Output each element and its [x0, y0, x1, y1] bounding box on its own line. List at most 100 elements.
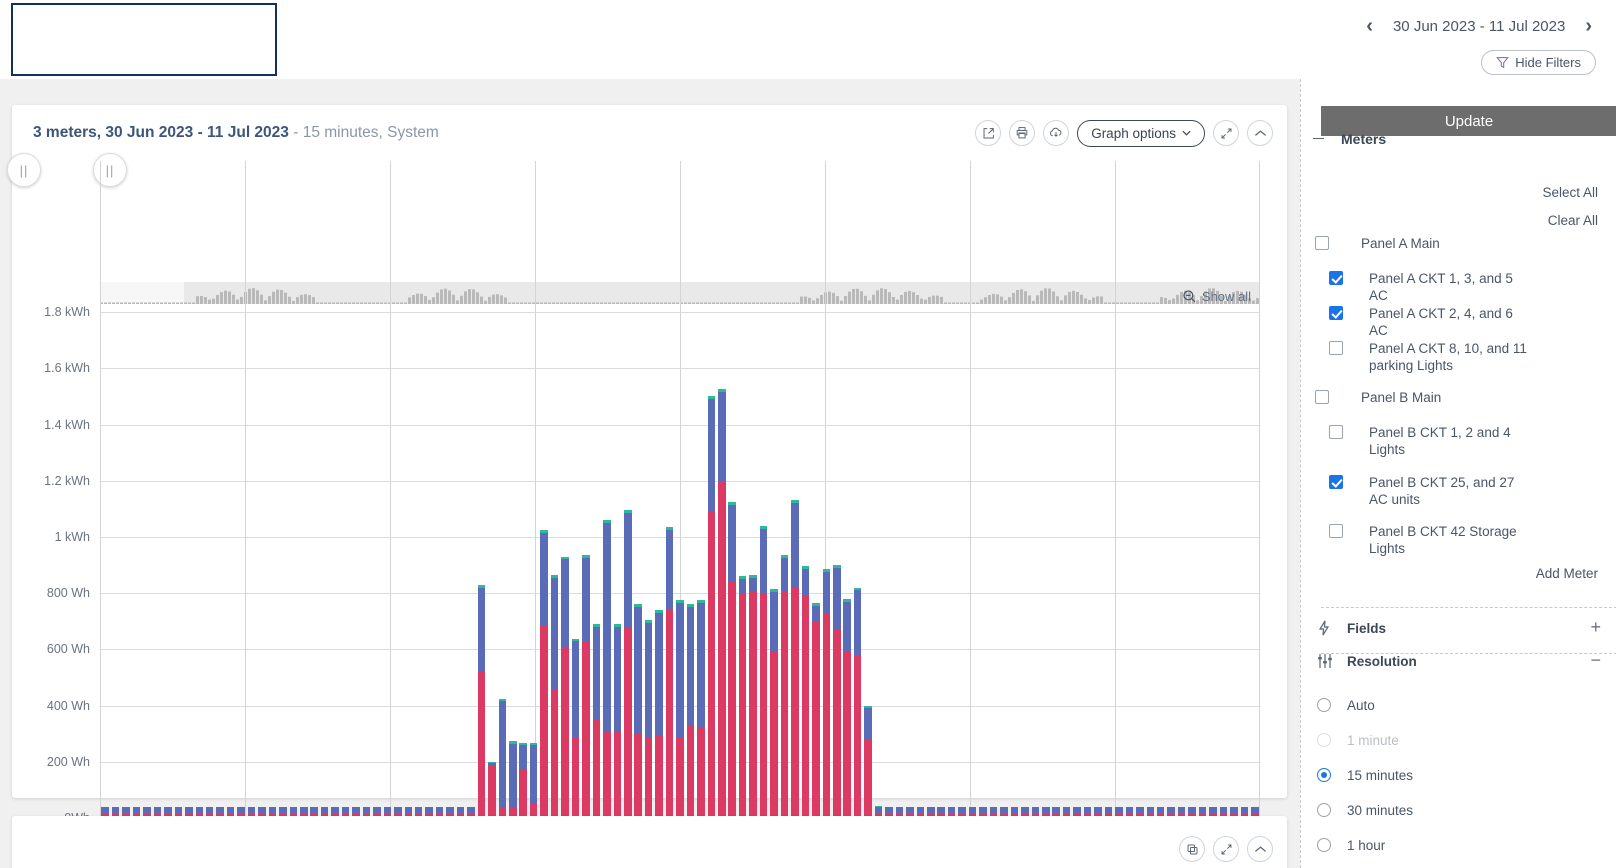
expand-icon[interactable] [1213, 836, 1239, 862]
graph-options-dropdown[interactable]: Graph options [1077, 119, 1205, 147]
bar-stack[interactable] [718, 388, 726, 818]
select-all-link[interactable]: Select All [1542, 185, 1598, 200]
bar-stack[interactable] [770, 588, 778, 818]
clear-all-link[interactable]: Clear All [1548, 213, 1598, 228]
bar-segment [895, 806, 904, 813]
hide-filters-button[interactable]: Hide Filters [1481, 50, 1596, 75]
bar-stack[interactable] [780, 555, 789, 818]
resolution-radio[interactable] [1317, 698, 1331, 712]
bar-segment [958, 806, 966, 813]
meter-row[interactable]: Panel B CKT 25, and 27 AC units [1329, 474, 1529, 508]
bar-segment [864, 708, 872, 740]
resolution-label: Auto [1347, 697, 1375, 713]
meters-section-header[interactable]: Meters [1301, 134, 1616, 154]
resolution-option[interactable]: Auto [1301, 696, 1616, 714]
meter-row[interactable]: Panel B Main [1315, 389, 1529, 406]
bar-stack[interactable] [623, 510, 632, 818]
fields-expand-toggle[interactable]: + [1590, 618, 1601, 636]
bar-stack[interactable] [634, 604, 642, 818]
bar-stack[interactable] [529, 742, 538, 818]
y-axis-tick-label: 1 kWh [54, 529, 90, 544]
meter-checkbox[interactable] [1329, 341, 1343, 355]
meter-row[interactable]: Panel B CKT 42 Storage Lights [1329, 523, 1529, 557]
bar-series-container [100, 284, 1260, 818]
bar-stack[interactable] [519, 743, 527, 818]
y-axis-tick-label: 1.4 kWh [44, 417, 90, 432]
bar-stack[interactable] [665, 527, 674, 818]
resolution-radio[interactable] [1317, 803, 1331, 817]
bar-stack[interactable] [738, 576, 747, 818]
meter-label: Panel A CKT 8, 10, and 11 parking Lights [1369, 341, 1527, 373]
bar-segment [550, 577, 559, 691]
bar-stack[interactable] [864, 705, 872, 818]
bar-stack[interactable] [676, 600, 684, 818]
add-meter-link[interactable]: Add Meter [1536, 566, 1598, 581]
resolution-option[interactable]: 1 hour [1301, 836, 1616, 854]
meter-checkbox[interactable] [1315, 390, 1329, 404]
bar-segment [1073, 806, 1081, 813]
meter-checkbox[interactable] [1329, 475, 1343, 489]
bar-segment [456, 806, 465, 813]
bar-stack[interactable] [582, 555, 590, 818]
meter-checkbox[interactable] [1315, 236, 1329, 250]
meter-row[interactable]: Panel A CKT 2, 4, and 6 AC [1329, 305, 1529, 339]
bar-stack[interactable] [509, 741, 517, 818]
meter-row[interactable]: Panel B CKT 1, 2 and 4 Lights [1329, 424, 1529, 458]
resolution-option[interactable]: 15 minutes [1301, 766, 1616, 784]
collapse-chevron-icon[interactable] [1247, 120, 1273, 146]
bar-stack[interactable] [613, 624, 622, 818]
bar-stack[interactable] [498, 699, 507, 818]
bar-stack[interactable] [540, 529, 548, 818]
resolution-radio[interactable] [1317, 838, 1331, 852]
bar-stack[interactable] [812, 603, 820, 818]
bar-segment [331, 806, 339, 813]
bar-segment [122, 806, 130, 813]
fields-section-header[interactable]: Fields + [1301, 618, 1616, 646]
bar-stack[interactable] [791, 500, 799, 818]
meter-checkbox[interactable] [1329, 524, 1343, 538]
resolution-section-header[interactable]: Resolution − [1301, 651, 1616, 679]
bar-stack[interactable] [488, 762, 496, 818]
bar-stack[interactable] [571, 638, 580, 818]
bar-stack[interactable] [592, 624, 601, 818]
resolution-radio[interactable] [1317, 768, 1331, 782]
bar-stack[interactable] [832, 565, 841, 818]
bar-stack[interactable] [759, 525, 768, 818]
meter-checkbox[interactable] [1329, 306, 1343, 320]
bar-stack[interactable] [550, 575, 559, 818]
cloud-download-icon[interactable] [1043, 120, 1070, 146]
print-icon[interactable] [1009, 120, 1036, 146]
meter-checkbox[interactable] [1329, 271, 1343, 285]
collapse-chevron-icon[interactable] [1247, 836, 1273, 862]
bar-stack[interactable] [644, 619, 653, 818]
bar-stack[interactable] [561, 556, 569, 818]
bar-stack[interactable] [749, 574, 757, 818]
next-period-button[interactable]: › [1581, 14, 1596, 38]
bar-stack[interactable] [477, 585, 486, 818]
external-link-icon[interactable] [975, 120, 1002, 146]
prev-period-button[interactable]: ‹ [1362, 14, 1377, 38]
update-button[interactable]: Update [1321, 106, 1616, 136]
bar-segment [1230, 806, 1238, 813]
meter-checkbox[interactable] [1329, 425, 1343, 439]
resolution-collapse-toggle[interactable]: − [1590, 651, 1601, 669]
bar-stack[interactable] [853, 587, 862, 818]
bar-segment [655, 612, 663, 736]
bar-segment [216, 806, 224, 813]
bar-stack[interactable] [728, 501, 736, 818]
meter-row[interactable]: Panel A CKT 1, 3, and 5 AC [1329, 270, 1529, 304]
bar-stack[interactable] [707, 395, 716, 818]
bar-stack[interactable] [603, 520, 611, 818]
bar-stack[interactable] [686, 604, 695, 818]
copy-icon[interactable] [1179, 836, 1205, 862]
bar-stack[interactable] [822, 569, 831, 818]
bar-stack[interactable] [697, 600, 705, 818]
meter-row[interactable]: Panel A Main [1315, 235, 1529, 252]
resolution-option[interactable]: 30 minutes [1301, 801, 1616, 819]
bar-stack[interactable] [801, 566, 810, 818]
bar-stack[interactable] [655, 610, 663, 818]
meter-row[interactable]: Panel A CKT 8, 10, and 11 parking Lights [1329, 340, 1529, 374]
sliders-icon [1317, 653, 1335, 669]
expand-icon[interactable] [1213, 120, 1239, 146]
bar-stack[interactable] [843, 598, 851, 818]
